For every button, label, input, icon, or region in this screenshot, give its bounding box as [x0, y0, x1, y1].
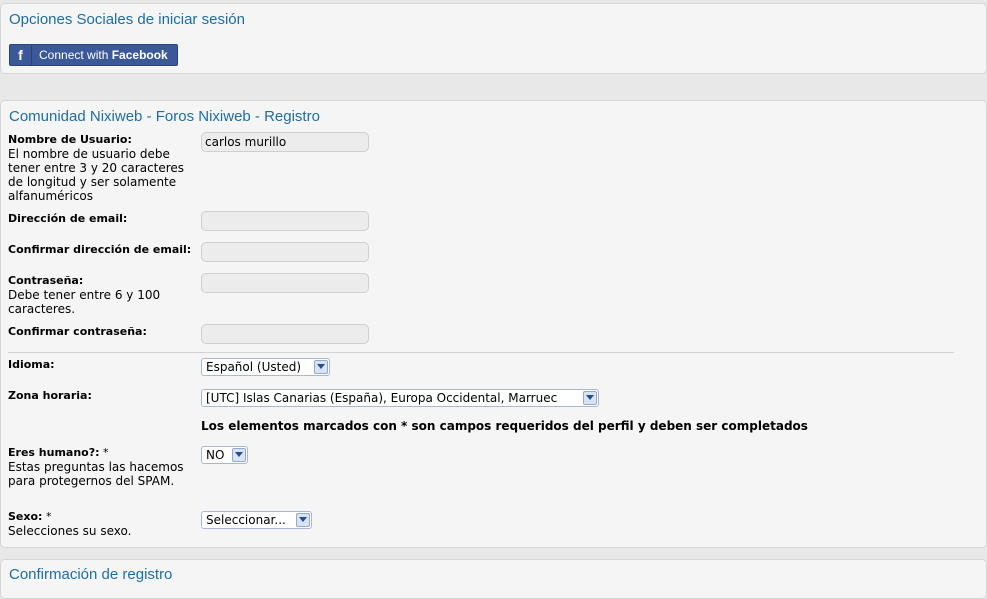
confirmation-title: Confirmación de registro [9, 566, 173, 583]
email-confirm-label: Confirmar dirección de email: [8, 243, 192, 256]
human-select[interactable]: NO [201, 446, 248, 464]
human-label-block: Eres humano?: * Estas preguntas las hace… [8, 446, 193, 488]
chevron-down-icon[interactable] [314, 360, 328, 374]
social-login-title: Opciones Sociales de iniciar sesión [9, 11, 245, 28]
gender-select[interactable]: Seleccionar... [201, 511, 312, 529]
timezone-select[interactable]: [UTC] Islas Canarias (España), Europa Oc… [201, 389, 599, 407]
email-confirm-input[interactable] [201, 242, 369, 262]
email-label-block: Dirección de email: [8, 212, 127, 226]
required-fields-note: Los elementos marcados con * son campos … [201, 419, 808, 433]
human-label: Eres humano?: [8, 446, 100, 459]
gender-label-block: Sexo: * Selecciones su sexo. [8, 510, 193, 538]
password-label-block: Contraseña: Debe tener entre 6 y 100 car… [8, 274, 193, 316]
human-selected-value: NO [206, 448, 225, 462]
language-selected-value: Español (Usted) [206, 360, 302, 374]
username-description: El nombre de usuario debe tener entre 3 … [8, 147, 185, 203]
gender-description: Selecciones su sexo. [8, 524, 132, 538]
gender-label: Sexo: [8, 510, 43, 523]
chevron-down-icon[interactable] [296, 513, 310, 527]
chevron-down-icon[interactable] [583, 391, 597, 405]
human-required-mark: * [103, 446, 109, 459]
password-description: Debe tener entre 6 y 100 caracteres. [8, 288, 161, 316]
password-confirm-label: Confirmar contraseña: [8, 325, 147, 338]
language-select[interactable]: Español (Usted) [201, 358, 330, 376]
timezone-selected-value: [UTC] Islas Canarias (España), Europa Oc… [206, 391, 558, 405]
facebook-connect-button[interactable]: f Connect with Facebook [9, 44, 178, 66]
email-label: Dirección de email: [8, 212, 128, 225]
username-label-block: Nombre de Usuario: El nombre de usuario … [8, 133, 193, 203]
section-divider [8, 352, 954, 353]
timezone-label-block: Zona horaria: [8, 389, 92, 403]
language-label-block: Idioma: [8, 358, 55, 372]
timezone-label: Zona horaria: [8, 389, 92, 402]
language-label: Idioma: [8, 358, 55, 371]
username-input[interactable]: carlos murillo [201, 132, 369, 152]
chevron-down-icon[interactable] [232, 448, 246, 462]
username-label: Nombre de Usuario: [8, 133, 132, 146]
password-label: Contraseña: [8, 274, 84, 287]
email-input[interactable] [201, 211, 369, 231]
gender-required-mark: * [45, 510, 52, 523]
facebook-connect-label: Connect with Facebook [32, 48, 168, 62]
email-confirm-label-block: Confirmar dirección de email: [8, 243, 191, 257]
facebook-icon: f [10, 45, 32, 65]
facebook-brand-text: Facebook [111, 48, 168, 62]
password-input[interactable] [201, 273, 369, 293]
facebook-connect-text: Connect with [39, 48, 109, 62]
gender-selected-value: Seleccionar... [206, 513, 286, 527]
human-description: Estas preguntas las hacemos para protege… [8, 460, 184, 488]
password-confirm-label-block: Confirmar contraseña: [8, 325, 147, 339]
registration-title: Comunidad Nixiweb - Foros Nixiweb - Regi… [9, 108, 320, 125]
password-confirm-input[interactable] [201, 324, 369, 344]
